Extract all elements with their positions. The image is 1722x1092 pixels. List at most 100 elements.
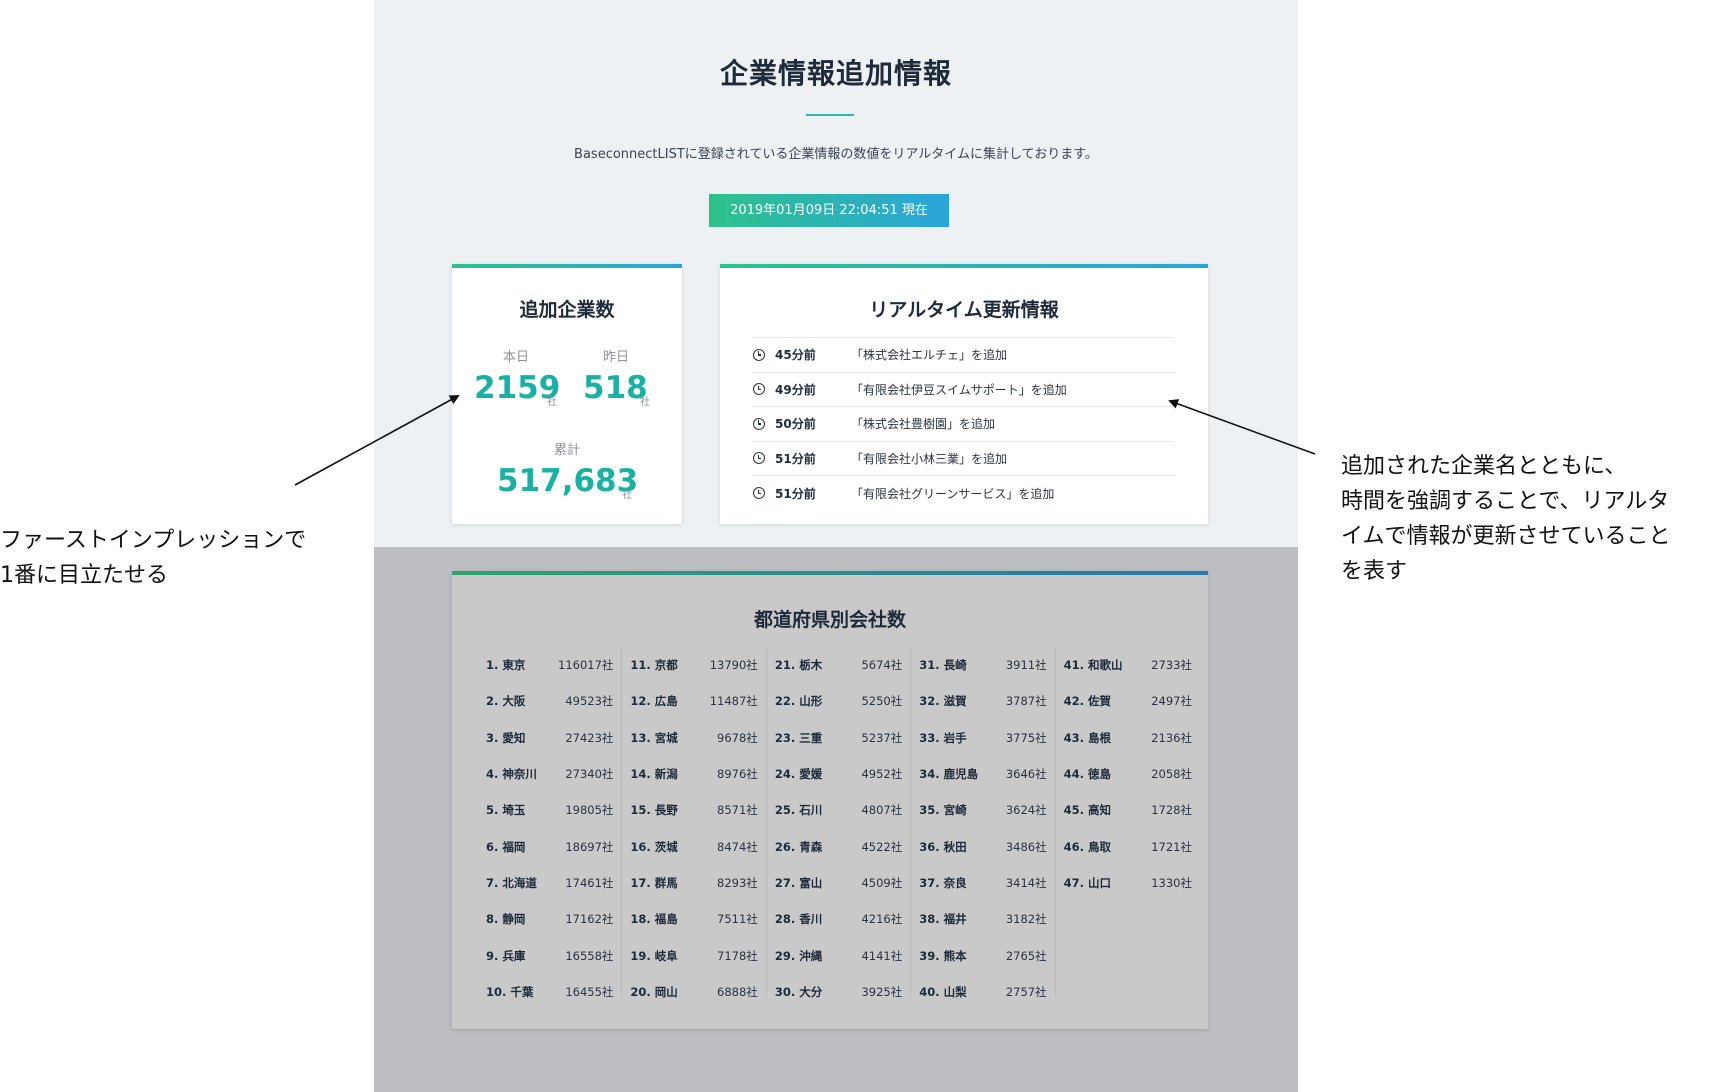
prefecture-name: 5. 埼玉 bbox=[486, 803, 526, 818]
table-row: 13. 宮城 9678社 bbox=[630, 720, 757, 756]
list-item: 45分前 「株式会社エルチェ」を追加 bbox=[752, 338, 1174, 373]
table-row: 41. 和歌山 2733社 bbox=[1064, 647, 1192, 683]
table-row: 25. 石川 4807社 bbox=[775, 792, 902, 828]
prefecture-name: 41. 和歌山 bbox=[1063, 658, 1123, 673]
prefecture-column: 11. 京都 13790社 12. 広島 11487社 13. 宮城 9678社 14. 新… bbox=[622, 647, 767, 999]
prefecture-count: 5674社 bbox=[861, 658, 903, 673]
clock-icon bbox=[753, 487, 765, 500]
prefecture-count: 4522社 bbox=[861, 839, 903, 854]
prefecture-count: 4216社 bbox=[861, 912, 903, 927]
prefecture-count: 18697社 bbox=[565, 839, 614, 854]
added-companies-card: 追加企業数 本日 2159 社 昨日 518 社 累計 517,683 社 bbox=[452, 264, 682, 524]
prefecture-column: 1. 東京 116017社 2. 大阪 49523社 3. 愛知 27423社 4. 神奈川… bbox=[478, 647, 623, 999]
prefecture-count: 1728社 bbox=[1151, 803, 1193, 818]
prefecture-count: 3624社 bbox=[1005, 803, 1047, 818]
prefecture-count: 3775社 bbox=[1005, 730, 1047, 745]
table-row: 36. 秋田 3486社 bbox=[919, 828, 1046, 864]
table-row: 9. 兵庫 16558社 bbox=[486, 937, 613, 973]
yesterday-label: 昨日 bbox=[602, 350, 629, 365]
prefecture-name: 47. 山口 bbox=[1063, 875, 1112, 890]
prefecture-count: 49523社 bbox=[565, 694, 614, 709]
prefecture-name: 31. 長崎 bbox=[919, 658, 967, 673]
table-row: 32. 滋賀 3787社 bbox=[919, 683, 1046, 719]
update-time: 50分前 bbox=[775, 417, 816, 432]
table-row: 2. 大阪 49523社 bbox=[486, 683, 613, 719]
prefecture-name: 35. 宮崎 bbox=[919, 803, 967, 818]
prefecture-column: 21. 栃木 5674社 22. 山形 5250社 23. 三重 5237社 24. 愛媛 4… bbox=[767, 647, 912, 999]
prefecture-name: 37. 奈良 bbox=[919, 875, 967, 890]
prefecture-count: 1721社 bbox=[1151, 839, 1193, 854]
table-row: 40. 山梨 2757社 bbox=[919, 974, 1046, 1010]
page-subtitle: BaseconnectLISTに登録されている企業情報の数値をリアルタイムに集計… bbox=[574, 147, 1098, 162]
prefecture-count: 6888社 bbox=[717, 984, 758, 999]
realtime-updates-card: リアルタイム更新情報 45分前 「株式会社エルチェ」を追加 49分前 「有限会社… bbox=[720, 264, 1208, 524]
prefecture-name: 15. 長野 bbox=[630, 803, 678, 818]
prefecture-column: 31. 長崎 3911社 32. 滋賀 3787社 33. 岩手 3775社 34. 鹿児島… bbox=[911, 647, 1056, 999]
prefecture-count: 3646社 bbox=[1005, 767, 1047, 782]
prefecture-name: 18. 福島 bbox=[630, 912, 678, 927]
clock-icon bbox=[753, 452, 765, 465]
prefecture-name: 11. 京都 bbox=[630, 658, 678, 673]
table-row: 38. 福井 3182社 bbox=[919, 901, 1046, 937]
prefecture-count: 17162社 bbox=[565, 912, 614, 927]
annotation-left: ファーストインプレッションで 1番に目立たせる bbox=[0, 523, 306, 593]
prefecture-count: 3911社 bbox=[1005, 658, 1047, 673]
prefecture-name: 33. 岩手 bbox=[919, 730, 967, 745]
prefecture-count: 3787社 bbox=[1005, 694, 1047, 709]
prefecture-name: 27. 富山 bbox=[774, 875, 823, 890]
prefecture-name: 29. 沖縄 bbox=[774, 948, 823, 963]
annotation-right-line: を表す bbox=[1341, 559, 1408, 584]
prefecture-count: 7511社 bbox=[717, 912, 758, 927]
prefecture-name: 21. 栃木 bbox=[774, 658, 823, 673]
annotation-right-line: イムで情報が更新させていること bbox=[1341, 524, 1671, 549]
update-text: 「株式会社エルチェ」を追加 bbox=[851, 348, 1008, 363]
list-item: 49分前 「有限会社伊豆スイムサポート」を追加 bbox=[752, 373, 1174, 407]
timestamp-badge: 2019年01月09日 22:04:51 現在 bbox=[709, 194, 949, 227]
table-row: 27. 富山 4509社 bbox=[775, 865, 902, 901]
prefecture-name: 8. 静岡 bbox=[486, 912, 526, 927]
table-row: 47. 山口 1330社 bbox=[1064, 865, 1192, 901]
update-text: 「株式会社豊樹園」を追加 bbox=[851, 417, 996, 432]
update-text: 「有限会社小林三業」を追加 bbox=[851, 451, 1008, 466]
table-row: 39. 熊本 2765社 bbox=[919, 937, 1046, 973]
yesterday-unit: 社 bbox=[640, 397, 650, 408]
update-text: 「有限会社グリーンサービス」を追加 bbox=[851, 486, 1055, 501]
table-row: 23. 三重 5237社 bbox=[775, 720, 902, 756]
table-row: 7. 北海道 17461社 bbox=[486, 865, 613, 901]
table-row: 44. 徳島 2058社 bbox=[1064, 756, 1192, 792]
prefecture-name: 32. 滋賀 bbox=[919, 694, 967, 709]
table-row: 5. 埼玉 19805社 bbox=[486, 792, 613, 828]
annotation-right-line: 追加された企業名とともに、 bbox=[1341, 454, 1627, 479]
table-row: 8. 静岡 17162社 bbox=[486, 901, 613, 937]
table-row: 12. 広島 11487社 bbox=[630, 683, 757, 719]
prefecture-name: 46. 鳥取 bbox=[1063, 839, 1112, 854]
list-item: 51分前 「有限会社小林三業」を追加 bbox=[752, 442, 1174, 476]
prefecture-name: 4. 神奈川 bbox=[486, 767, 537, 782]
prefecture-count: 7178社 bbox=[717, 948, 758, 963]
table-row: 16. 茨城 8474社 bbox=[630, 828, 757, 864]
table-row: 20. 岡山 6888社 bbox=[630, 974, 757, 1010]
prefecture-name: 12. 広島 bbox=[630, 694, 678, 709]
table-row: 35. 宮崎 3624社 bbox=[919, 792, 1046, 828]
prefecture-name: 20. 岡山 bbox=[630, 984, 678, 999]
table-row: 3. 愛知 27423社 bbox=[486, 720, 613, 756]
prefecture-count: 3182社 bbox=[1005, 912, 1047, 927]
prefecture-count: 3486社 bbox=[1005, 839, 1047, 854]
prefecture-name: 25. 石川 bbox=[774, 803, 823, 818]
prefecture-count: 8976社 bbox=[717, 767, 758, 782]
prefecture-name: 6. 福岡 bbox=[486, 839, 526, 854]
prefecture-count: 13790社 bbox=[709, 658, 758, 673]
update-time: 51分前 bbox=[775, 451, 816, 466]
table-row: 15. 長野 8571社 bbox=[630, 792, 757, 828]
prefecture-count: 2058社 bbox=[1151, 767, 1193, 782]
prefecture-count: 4807社 bbox=[861, 803, 903, 818]
table-row: 45. 高知 1728社 bbox=[1064, 792, 1192, 828]
prefecture-name: 44. 徳島 bbox=[1063, 767, 1112, 782]
prefecture-count: 4141社 bbox=[861, 948, 903, 963]
table-row: 10. 千葉 16455社 bbox=[486, 974, 613, 1010]
table-row: 1. 東京 116017社 bbox=[486, 647, 613, 683]
prefecture-grid: 1. 東京 116017社 2. 大阪 49523社 3. 愛知 27423社 4. 神奈川… bbox=[478, 647, 1200, 999]
realtime-list: 45分前 「株式会社エルチェ」を追加 49分前 「有限会社伊豆スイムサポート」を… bbox=[752, 337, 1174, 511]
today-unit: 社 bbox=[547, 397, 557, 408]
prefecture-count: 17461社 bbox=[565, 875, 614, 890]
